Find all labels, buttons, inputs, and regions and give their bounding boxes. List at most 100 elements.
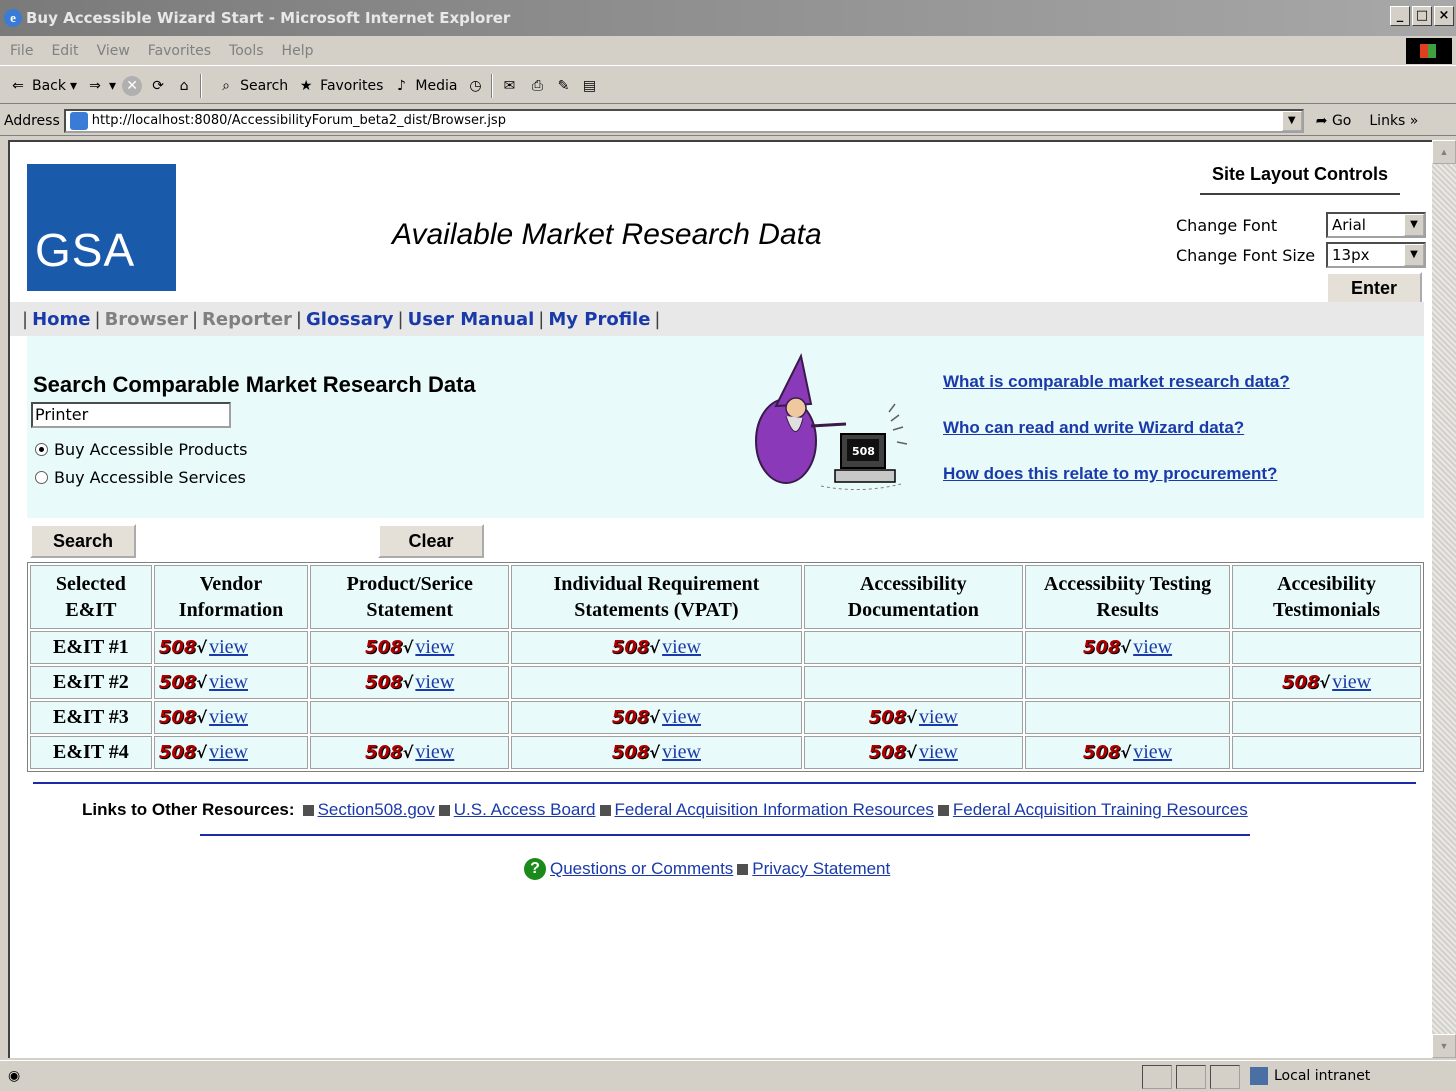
radio-products-button[interactable] — [35, 443, 48, 456]
search-button[interactable]: ⌕ Search — [216, 76, 288, 96]
chevron-down-icon[interactable]: ▼ — [1404, 244, 1424, 266]
link-access-board[interactable]: U.S. Access Board — [454, 800, 596, 820]
menu-tools[interactable]: Tools — [229, 43, 264, 59]
bullet-square-icon — [438, 804, 450, 816]
view-link[interactable]: view — [415, 671, 454, 693]
column-header-line: Accessibility — [859, 573, 967, 595]
links-button[interactable]: Links » — [1369, 113, 1418, 129]
favorites-button[interactable]: ★ Favorites — [296, 76, 384, 96]
mail-icon[interactable]: ✉ — [499, 76, 519, 96]
table-row: E&IT #1 508√ view 508√ view 508√ view 508√ view — [30, 631, 1421, 664]
section508-badge: 508 — [868, 707, 907, 728]
column-header-line: Information — [178, 599, 284, 621]
nav-home[interactable]: Home — [32, 309, 90, 330]
gsa-logo: GSA — [27, 164, 176, 291]
menu-favorites[interactable]: Favorites — [148, 43, 211, 59]
back-button[interactable]: ⇐ Back ▾ — [8, 76, 77, 96]
address-dropdown-icon[interactable]: ▼ — [1281, 110, 1302, 131]
nav-user-manual[interactable]: User Manual — [408, 309, 535, 330]
section508-badge: 508 — [365, 742, 403, 763]
bullet-square-icon — [737, 863, 749, 875]
scroll-up-icon[interactable]: ▲ — [1432, 140, 1456, 164]
favorites-icon: ★ — [299, 77, 313, 94]
back-dropdown-icon[interactable]: ▾ — [70, 78, 77, 94]
view-link[interactable]: view — [662, 706, 701, 728]
address-field[interactable]: http://localhost:8080/AccessibilityForum… — [63, 108, 1304, 133]
close-button[interactable]: × — [1434, 6, 1454, 26]
table-cell: 508√ view — [1024, 631, 1231, 664]
zone-label: Local intranet — [1274, 1068, 1371, 1084]
link-section508[interactable]: Section508.gov — [318, 800, 435, 820]
radio-services-button[interactable] — [35, 471, 48, 484]
maximize-button[interactable]: □ — [1412, 6, 1432, 26]
nav-separator: | — [94, 308, 101, 330]
nav-glossary[interactable]: Glossary — [306, 309, 394, 330]
check-icon: √ — [196, 743, 208, 762]
link-far-info[interactable]: Federal Acquisition Information Resource… — [615, 800, 934, 820]
radio-services-label: Buy Accessible Services — [54, 468, 246, 487]
table-cell: 508√ view — [803, 701, 1023, 734]
help-link-who-can-read[interactable]: Who can read and write Wizard data? — [943, 418, 1244, 438]
security-zone: Local intranet — [1250, 1067, 1370, 1085]
go-button[interactable]: ➦ Go — [1316, 113, 1352, 129]
enter-button[interactable]: Enter — [1326, 272, 1422, 304]
radio-services[interactable]: Buy Accessible Services — [35, 468, 246, 487]
view-link[interactable]: view — [209, 671, 248, 693]
address-url[interactable]: http://localhost:8080/AccessibilityForum… — [92, 113, 506, 128]
view-link[interactable]: view — [919, 741, 958, 763]
search-panel: Search Comparable Market Research Data P… — [27, 336, 1424, 518]
vertical-scrollbar[interactable]: ▲ ▼ — [1432, 140, 1456, 1058]
chevron-down-icon[interactable]: ▼ — [1404, 214, 1424, 236]
menu-view[interactable]: View — [97, 43, 130, 59]
table-cell — [1232, 736, 1421, 769]
forward-dropdown-icon[interactable]: ▾ — [109, 78, 116, 94]
results-table: Selected E&IT Vendor Information Product/Ser… — [27, 562, 1424, 772]
view-link[interactable]: view — [662, 636, 701, 658]
check-icon: √ — [906, 708, 917, 727]
status-pane — [1142, 1065, 1172, 1089]
stop-icon[interactable]: ✕ — [122, 75, 143, 96]
print-icon[interactable]: ⎙ — [527, 76, 547, 96]
search-input[interactable]: Printer — [31, 402, 231, 428]
home-icon[interactable]: ⌂ — [174, 76, 194, 96]
view-link[interactable]: view — [919, 706, 958, 728]
font-size-select[interactable]: 13px ▼ — [1326, 242, 1426, 268]
discuss-icon[interactable]: ▤ — [579, 76, 599, 96]
page-status-icon: ◉ — [8, 1068, 21, 1084]
clear-button[interactable]: Clear — [378, 524, 484, 558]
menu-file[interactable]: File — [10, 43, 33, 59]
privacy-link[interactable]: Privacy Statement — [752, 859, 890, 879]
view-link[interactable]: view — [1332, 671, 1371, 693]
menu-help[interactable]: Help — [282, 43, 314, 59]
minimize-button[interactable]: _ — [1390, 6, 1410, 26]
menu-edit[interactable]: Edit — [51, 43, 78, 59]
view-link[interactable]: view — [209, 741, 248, 763]
view-link[interactable]: view — [662, 741, 701, 763]
section508-badge: 508 — [158, 672, 197, 693]
help-link-comparable[interactable]: What is comparable market research data? — [943, 372, 1290, 392]
font-select[interactable]: Arial ▼ — [1326, 212, 1426, 238]
history-icon[interactable]: ◷ — [465, 76, 485, 96]
search-button-page[interactable]: Search — [30, 524, 136, 558]
edit-icon[interactable]: ✎ — [553, 76, 573, 96]
questions-link[interactable]: Questions or Comments — [550, 859, 733, 879]
view-link[interactable]: view — [209, 636, 248, 658]
view-link[interactable]: view — [415, 741, 454, 763]
view-link[interactable]: view — [1133, 741, 1172, 763]
nav-reporter: Reporter — [202, 308, 292, 330]
table-cell — [803, 666, 1023, 699]
nav-my-profile[interactable]: My Profile — [548, 309, 650, 330]
change-font-label: Change Font — [1176, 216, 1278, 235]
ie-logo-icon: e — [4, 9, 22, 27]
back-label: Back — [32, 77, 66, 94]
link-far-training[interactable]: Federal Acquisition Training Resources — [953, 800, 1248, 820]
view-link[interactable]: view — [1133, 636, 1172, 658]
forward-button[interactable]: ⇒ ▾ — [85, 76, 116, 96]
view-link[interactable]: view — [209, 706, 248, 728]
view-link[interactable]: view — [415, 636, 454, 658]
radio-products[interactable]: Buy Accessible Products — [35, 440, 248, 459]
refresh-icon[interactable]: ⟳ — [148, 76, 168, 96]
scroll-down-icon[interactable]: ▼ — [1432, 1034, 1456, 1058]
media-button[interactable]: ♪ Media — [391, 76, 458, 96]
help-link-procurement[interactable]: How does this relate to my procurement? — [943, 464, 1277, 484]
